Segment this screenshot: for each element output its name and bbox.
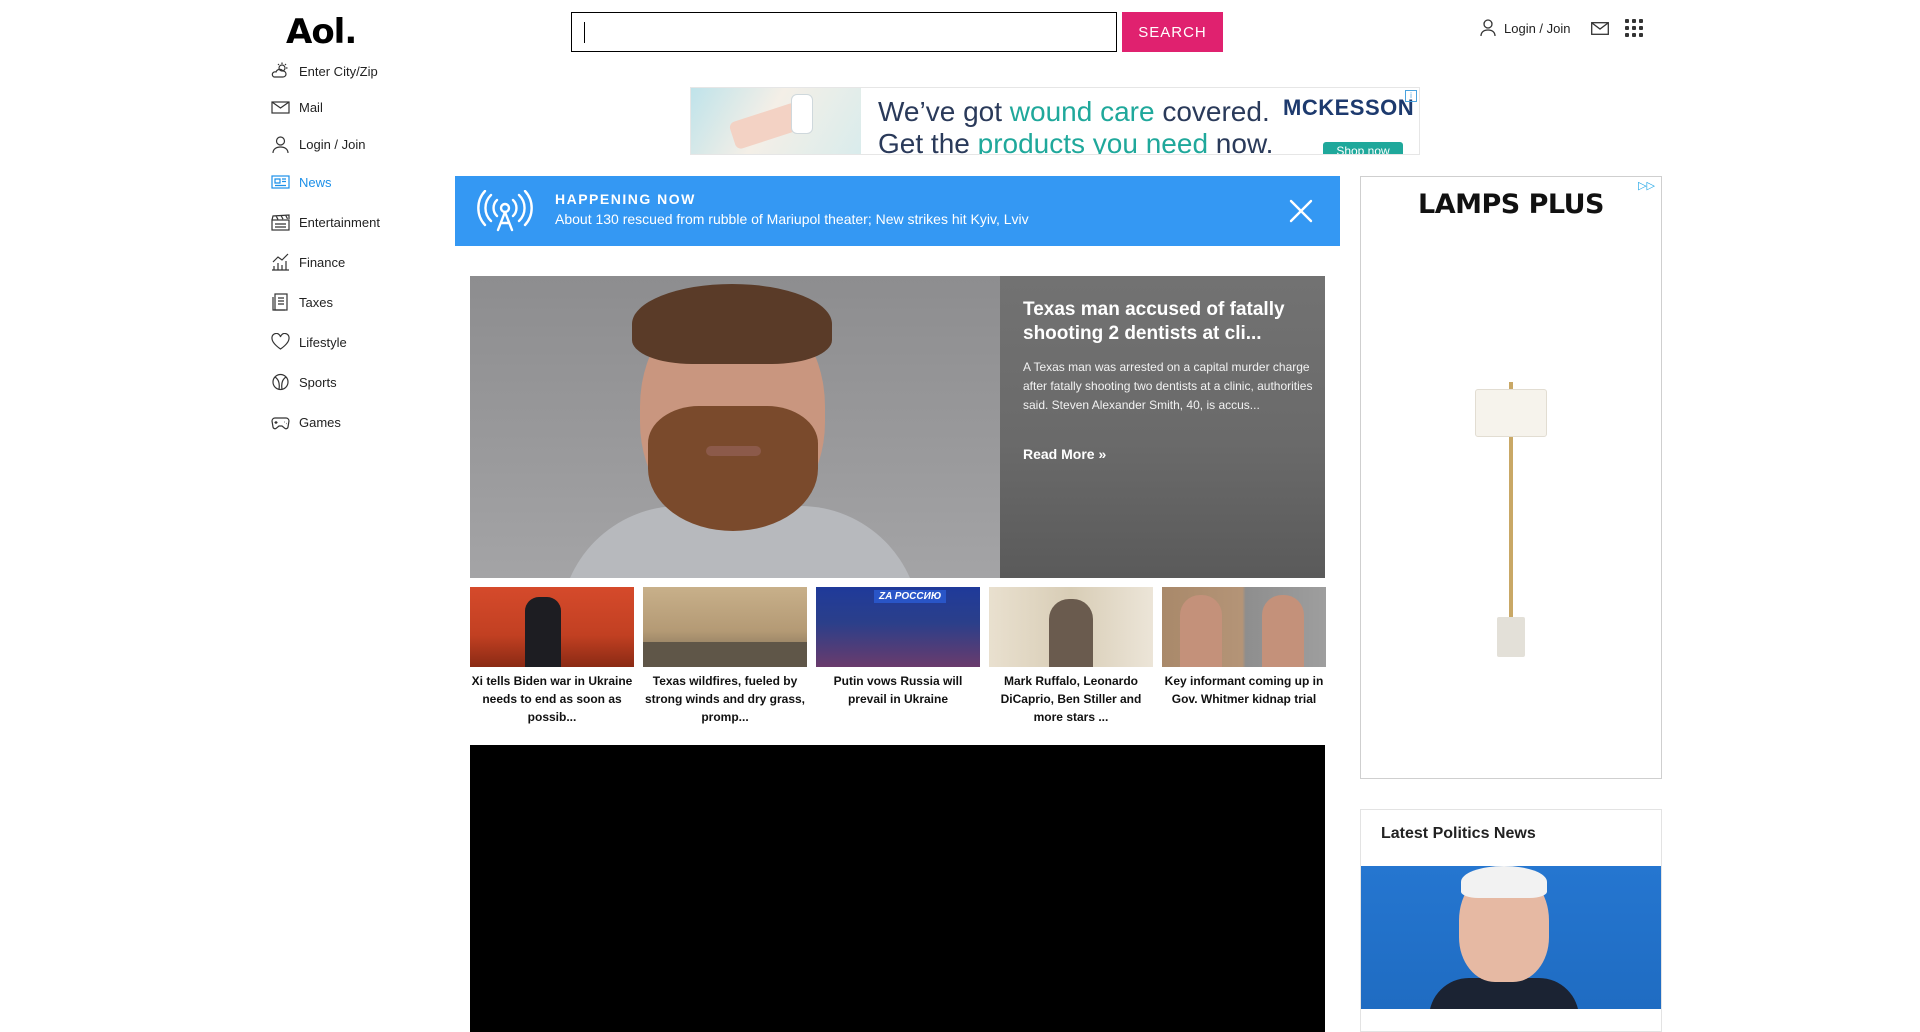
- sidebar-item-news[interactable]: News: [271, 173, 332, 191]
- thumbnail-image[interactable]: [1162, 587, 1326, 667]
- ad-product-image: [691, 88, 861, 154]
- ad-sidebar-right[interactable]: LAMPS PLUS ▷▷: [1360, 176, 1662, 779]
- login-label: Login / Join: [1504, 20, 1571, 36]
- read-more-link[interactable]: Read More »: [1023, 446, 1106, 462]
- ad-brand: MCKESSON: [1283, 95, 1415, 120]
- thumbnail-caption[interactable]: Xi tells Biden war in Ukraine needs to e…: [470, 672, 634, 726]
- weather-icon: [271, 62, 288, 78]
- sidebar-item-entertainment[interactable]: Entertainment: [271, 213, 380, 231]
- heart-icon: [271, 333, 290, 350]
- sidebar-item-label: Login / Join: [299, 136, 366, 152]
- happening-now-headline[interactable]: About 130 rescued from rubble of Mariupo…: [555, 211, 1029, 227]
- sidebar-item-label: Sports: [299, 374, 337, 390]
- sidebar-item-label: Enter City/Zip: [299, 63, 378, 79]
- mail-icon: [1590, 21, 1609, 35]
- apps-grid-icon[interactable]: [1624, 19, 1643, 37]
- thumbnail-image[interactable]: [643, 587, 807, 667]
- sidebar-item-label: Lifestyle: [299, 334, 347, 350]
- sidebar-item-weather[interactable]: Enter City/Zip: [271, 62, 378, 80]
- happening-now-banner[interactable]: HAPPENING NOW About 130 rescued from rub…: [455, 176, 1340, 246]
- latest-politics-heading[interactable]: Latest Politics News: [1381, 825, 1536, 843]
- ad-banner-top[interactable]: We’ve got wound care covered. Get the pr…: [690, 87, 1420, 155]
- news-icon: [271, 175, 290, 189]
- ad-cta-button[interactable]: Shop now: [1323, 142, 1403, 154]
- sidebar-item-lifestyle[interactable]: Lifestyle: [271, 333, 347, 351]
- search-button[interactable]: SEARCH: [1122, 12, 1223, 52]
- happening-now-label: HAPPENING NOW: [555, 191, 696, 207]
- hero-image[interactable]: [470, 276, 1000, 578]
- sidebar-item-label: Games: [299, 414, 341, 430]
- sidebar-item-label: Entertainment: [299, 214, 380, 230]
- thumbnail-caption[interactable]: Texas wildfires, fueled by strong winds …: [643, 672, 807, 726]
- user-icon: [1480, 19, 1496, 37]
- finance-chart-icon: [272, 253, 289, 271]
- broadcast-icon: [477, 190, 533, 232]
- ad-brand: LAMPS PLUS: [1417, 189, 1605, 220]
- hero-title[interactable]: Texas man accused of fatally shooting 2 …: [1023, 298, 1313, 346]
- mail-icon: [271, 101, 290, 114]
- hero-story[interactable]: Texas man accused of fatally shooting 2 …: [470, 276, 1325, 578]
- sidebar-item-label: News: [299, 174, 332, 190]
- news-thumbnail[interactable]: Mark Ruffalo, Leonardo DiCaprio, Ben Sti…: [989, 587, 1153, 726]
- news-thumbnail[interactable]: Xi tells Biden war in Ukraine needs to e…: [470, 587, 634, 726]
- thumbnail-caption[interactable]: Putin vows Russia will prevail in Ukrain…: [816, 672, 980, 708]
- thumbnail-image[interactable]: [989, 587, 1153, 667]
- thumbnail-caption[interactable]: Key informant coming up in Gov. Whitmer …: [1162, 672, 1326, 708]
- sidebar-item-login[interactable]: Login / Join: [271, 135, 366, 153]
- aol-logo[interactable]: Aol.: [286, 12, 357, 52]
- thumbnail-image[interactable]: [470, 587, 634, 667]
- login-link[interactable]: Login / Join: [1480, 19, 1571, 37]
- sidebar-item-sports[interactable]: Sports: [271, 373, 337, 391]
- sidebar-item-label: Finance: [299, 254, 346, 270]
- news-thumbnail[interactable]: Texas wildfires, fueled by strong winds …: [643, 587, 807, 726]
- sidebar-item-finance[interactable]: Finance: [271, 253, 345, 271]
- user-icon: [272, 136, 289, 153]
- close-icon[interactable]: [1288, 198, 1314, 224]
- thumbnail-overlay-text: ZA РОССИЮ: [874, 590, 947, 603]
- ball-icon: [272, 373, 289, 391]
- news-thumbnail[interactable]: Key informant coming up in Gov. Whitmer …: [1162, 587, 1326, 708]
- gamepad-icon: [271, 417, 290, 430]
- news-thumbnail[interactable]: ZA РОССИЮ Putin vows Russia will prevail…: [816, 587, 980, 708]
- taxes-icon: [272, 293, 288, 311]
- latest-politics-module: Latest Politics News: [1360, 809, 1662, 1032]
- text-caret: [584, 22, 585, 43]
- adchoices-icon[interactable]: ▷▷: [1638, 179, 1655, 192]
- search-input[interactable]: [571, 12, 1117, 52]
- thumbnail-caption[interactable]: Mark Ruffalo, Leonardo DiCaprio, Ben Sti…: [989, 672, 1153, 726]
- ad-headline-1: We’ve got wound care covered.: [878, 96, 1270, 127]
- sidebar-item-label: Mail: [299, 99, 323, 115]
- sidebar-item-label: Taxes: [299, 294, 333, 310]
- mail-button[interactable]: [1590, 21, 1609, 35]
- adchoices-icon[interactable]: i: [1405, 90, 1417, 102]
- ad-headline-2: Get the products you need now.: [878, 128, 1274, 155]
- sidebar-item-taxes[interactable]: Taxes: [271, 293, 333, 311]
- clapperboard-icon: [271, 214, 290, 231]
- latest-politics-image[interactable]: [1361, 866, 1661, 1009]
- sidebar-item-games[interactable]: Games: [271, 413, 341, 431]
- hero-description: A Texas man was arrested on a capital mu…: [1023, 360, 1313, 412]
- sidebar-item-mail[interactable]: Mail: [271, 98, 323, 116]
- top-right-nav: Login / Join: [1480, 17, 1643, 39]
- thumbnail-image[interactable]: ZA РОССИЮ: [816, 587, 980, 667]
- video-player[interactable]: [470, 745, 1325, 1032]
